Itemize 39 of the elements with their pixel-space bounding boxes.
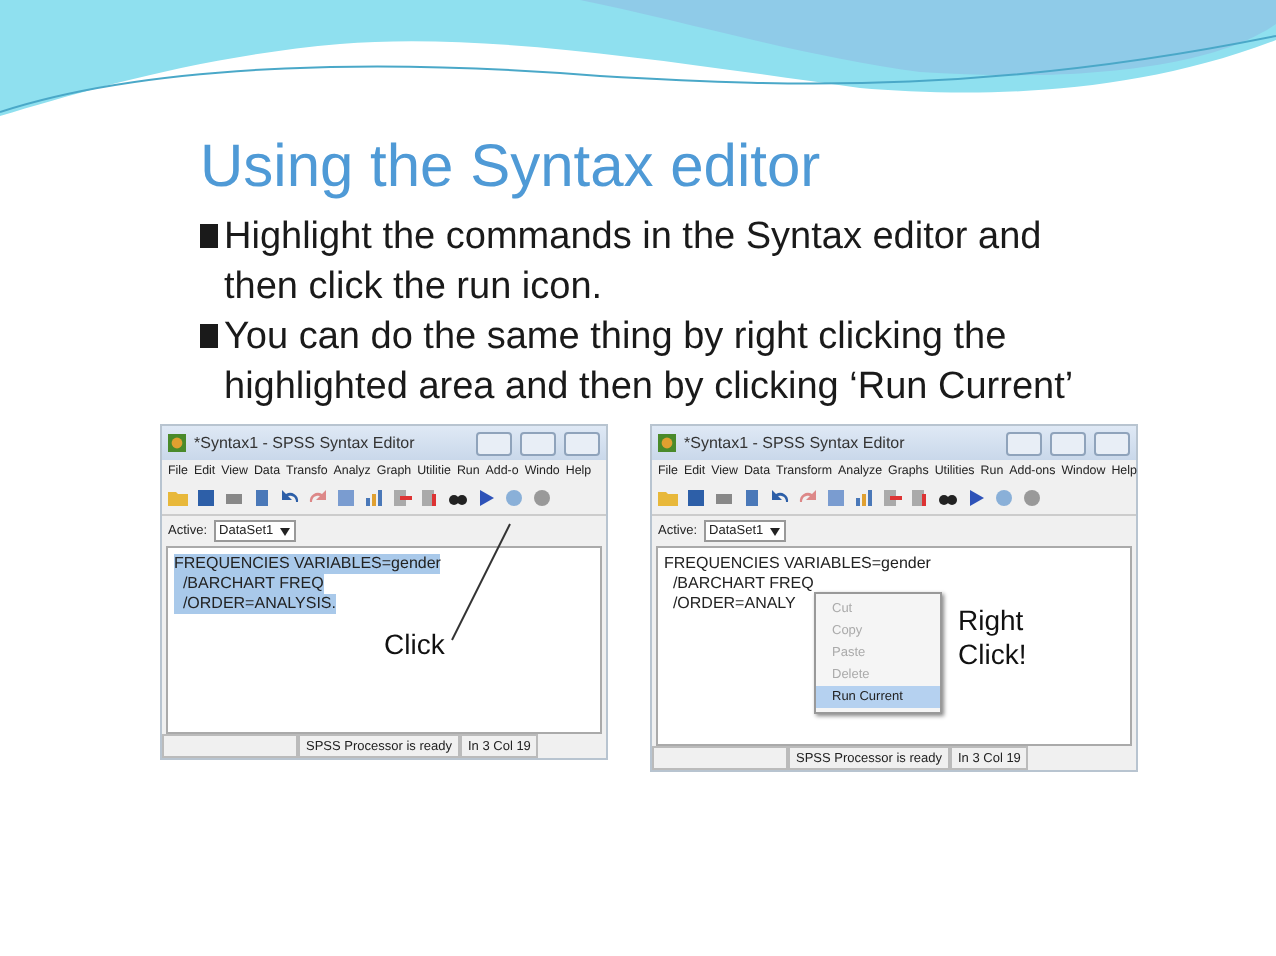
callout-label: Click [384,628,445,662]
maximize-button[interactable] [520,431,556,455]
bullet-text: You can do the same thing by right clicking the highlighted area and then by clicking ‘Run Current’ [224,314,1074,412]
redo-icon[interactable] [798,488,818,508]
chart-icon[interactable] [364,488,384,508]
close-button[interactable] [1094,431,1130,455]
status-segment [652,746,788,770]
circle-icon[interactable] [1022,488,1042,508]
slide-title: Using the Syntax editor [200,132,821,204]
callout-label: Right Click! [958,604,1027,672]
close-button[interactable] [564,431,600,455]
caret-icon [279,527,290,535]
app-icon [658,434,676,452]
window-title: *Syntax1 - SPSS Syntax Editor [684,434,907,452]
undo-icon[interactable] [280,488,300,508]
caret-icon [769,527,780,535]
chart-icon[interactable] [854,488,874,508]
bullet-icon [200,324,218,348]
app-icon [168,434,186,452]
code-line: /BARCHART FREQ [670,574,814,594]
folder-icon[interactable] [658,488,678,508]
circle-icon[interactable] [504,488,524,508]
bullet-icon [200,224,218,248]
status-segment [162,734,298,758]
circle-icon[interactable] [994,488,1014,508]
code-line: FREQUENCIES VARIABLES=gender [664,554,931,574]
code-line: /ORDER=ANALY [670,594,796,614]
circle-icon[interactable] [532,488,552,508]
undo-icon[interactable] [770,488,790,508]
window-title: *Syntax1 - SPSS Syntax Editor [194,434,417,452]
bullet-text: Highlight the commands in the Syntax editor and then click the run icon. [224,214,1044,312]
folder-icon[interactable] [168,488,188,508]
maximize-button[interactable] [1050,431,1086,455]
redo-icon[interactable] [308,488,328,508]
minimize-button[interactable] [1006,431,1042,455]
syntax-editor[interactable]: FREQUENCIES VARIABLES=gender /BARCHART FREQ /ORDER=ANALYSIS. Click [166,546,602,734]
run-icon[interactable] [476,488,496,508]
run-icon[interactable] [966,488,986,508]
minimize-button[interactable] [476,431,512,455]
